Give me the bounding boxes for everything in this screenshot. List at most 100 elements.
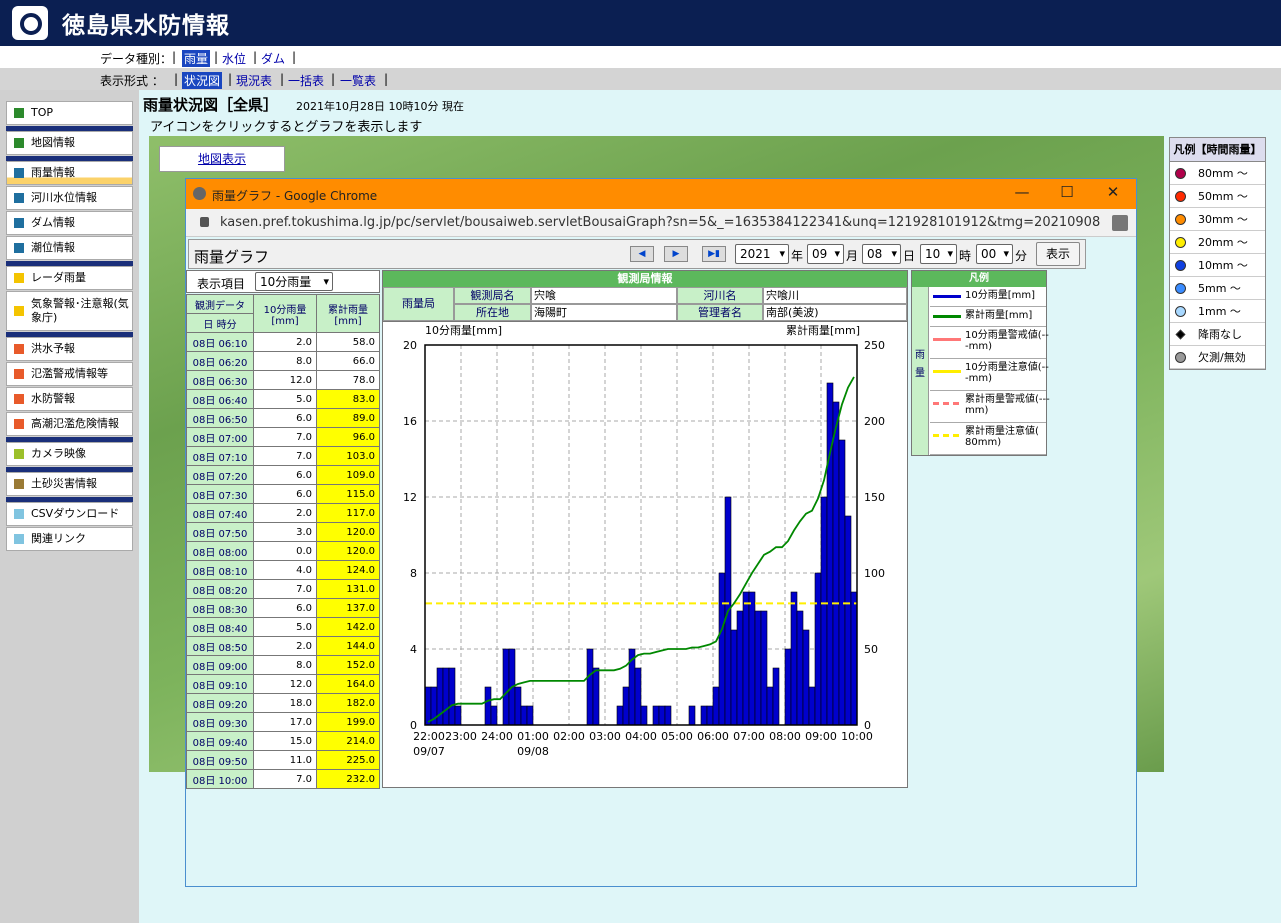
col-header-cumulative: 累計雨量 [mm] bbox=[316, 294, 380, 333]
sidebar-item-camera[interactable]: カメラ映像 bbox=[6, 442, 133, 466]
sidebar-item-label: 潮位情報 bbox=[31, 241, 75, 254]
x-date-label: 09/07 bbox=[413, 745, 445, 758]
sidebar-item-landslide[interactable]: 土砂災害情報 bbox=[6, 472, 133, 496]
x-tick-label: 10:00 bbox=[841, 730, 873, 743]
minimize-icon[interactable]: — bbox=[1002, 183, 1042, 201]
table-cell: 152.0 bbox=[316, 655, 380, 675]
sidebar-item-dam[interactable]: ダム情報 bbox=[6, 211, 133, 235]
nav-water-level[interactable]: 水位 bbox=[222, 50, 246, 67]
sidebar-item-top[interactable]: TOP bbox=[6, 101, 133, 125]
table-row: 08日 08:50 2.0 144.0 bbox=[185, 636, 380, 656]
table-cell: 7.0 bbox=[253, 769, 317, 789]
table-row: 08日 08:00 0.0 120.0 bbox=[185, 541, 380, 561]
table-cell: 7.0 bbox=[253, 579, 317, 599]
table-cell: 124.0 bbox=[316, 560, 380, 580]
legend-dot-icon bbox=[1175, 236, 1186, 248]
sidebar-item-csv[interactable]: CSVダウンロード bbox=[6, 502, 133, 526]
table-row: 08日 07:00 7.0 96.0 bbox=[185, 427, 380, 447]
maximize-icon[interactable]: ☐ bbox=[1047, 183, 1087, 201]
table-row: 08日 09:50 11.0 225.0 bbox=[185, 750, 380, 770]
nav-batch-table[interactable]: 一括表 bbox=[288, 72, 324, 89]
rain-bar bbox=[634, 667, 642, 726]
rain-bar bbox=[514, 686, 522, 726]
nav-status-map[interactable]: 状況図 bbox=[182, 72, 223, 89]
legend-dot-icon bbox=[1175, 213, 1186, 225]
site-title: 徳島県水防情報 bbox=[62, 13, 230, 39]
rain-bar bbox=[490, 705, 498, 726]
nav-dam[interactable]: ダム bbox=[261, 50, 285, 67]
graph-legend-label: 10分雨量注意値(---mm) bbox=[965, 362, 1049, 384]
rain-bar bbox=[784, 648, 792, 726]
sidebar-item-radar[interactable]: レーダ雨量 bbox=[6, 266, 133, 290]
sidebar-item-links[interactable]: 関連リンク bbox=[6, 527, 133, 551]
legend-line-icon bbox=[933, 433, 961, 437]
hour-select[interactable]: 10 bbox=[920, 244, 957, 264]
table-row: 08日 06:40 5.0 83.0 bbox=[185, 389, 380, 409]
sidebar-item-weather-warning[interactable]: 気象警報･注意報(気象庁) bbox=[6, 291, 133, 331]
rain-bar bbox=[748, 591, 756, 726]
url-text: kasen.pref.tokushima.lg.jp/pc/servlet/bo… bbox=[220, 215, 1100, 230]
rain-bar bbox=[766, 686, 774, 726]
lock-icon bbox=[200, 217, 209, 227]
sidebar-item-flood-forecast[interactable]: 洪水予報 bbox=[6, 337, 133, 361]
sidebar-item-flood-alert[interactable]: 氾濫警戒情報等 bbox=[6, 362, 133, 386]
sidebar-item-storm-surge[interactable]: 高潮氾濫危険情報 bbox=[6, 412, 133, 436]
legend-dot-icon bbox=[1175, 351, 1186, 363]
display-item-row: 表示項目 10分雨量 bbox=[186, 270, 380, 293]
legend-label: 5mm 〜 bbox=[1198, 282, 1241, 295]
minute-select[interactable]: 00 bbox=[976, 244, 1013, 264]
river-name: 宍喰川 bbox=[763, 287, 907, 304]
sidebar-item-map[interactable]: 地図情報 bbox=[6, 131, 133, 155]
sidebar-item-flood-warning[interactable]: 水防警報 bbox=[6, 387, 133, 411]
sidebar-item-label: 雨量情報 bbox=[31, 166, 75, 179]
legend-line-icon bbox=[933, 401, 961, 405]
address-bar[interactable]: kasen.pref.tokushima.lg.jp/pc/servlet/bo… bbox=[186, 209, 1136, 237]
legend-dot-icon bbox=[1175, 305, 1186, 317]
day-select[interactable]: 08 bbox=[862, 244, 901, 264]
table-row: 08日 09:10 12.0 164.0 bbox=[185, 674, 380, 694]
table-cell: 08日 09:50 bbox=[185, 750, 255, 770]
table-cell: 142.0 bbox=[316, 617, 380, 637]
table-cell: 7.0 bbox=[253, 427, 317, 447]
latest-icon[interactable]: ▶▮ bbox=[702, 246, 726, 262]
table-row: 08日 08:30 6.0 137.0 bbox=[185, 598, 380, 618]
nav-rain[interactable]: 雨量 bbox=[182, 50, 211, 67]
table-cell: 8.0 bbox=[253, 655, 317, 675]
legend-line-icon bbox=[933, 369, 961, 373]
sidebar-item-tide[interactable]: 潮位情報 bbox=[6, 236, 133, 260]
next-icon[interactable]: ▶ bbox=[664, 246, 688, 262]
legend-label: 降雨なし bbox=[1198, 328, 1242, 341]
table-cell: 131.0 bbox=[316, 579, 380, 599]
nav-list-table[interactable]: 一覧表 bbox=[340, 72, 376, 89]
sidebar-item-label: 関連リンク bbox=[31, 532, 86, 545]
rain-bar bbox=[658, 705, 666, 726]
legend-label: 80mm 〜 bbox=[1198, 167, 1248, 180]
table-cell: 120.0 bbox=[316, 522, 380, 542]
x-date-label: 09/08 bbox=[517, 745, 549, 758]
graph-legend-item: 10分雨量警戒値(---mm) bbox=[930, 327, 1049, 359]
sidebar-item-rain[interactable]: 雨量情報 bbox=[6, 161, 133, 185]
y2-tick-label: 50 bbox=[864, 643, 878, 656]
display-item-select[interactable]: 10分雨量 bbox=[255, 272, 333, 291]
graph-title: 雨量グラフ bbox=[194, 248, 270, 266]
map-display-button[interactable]: 地図表示 bbox=[159, 146, 285, 172]
table-cell: 0.0 bbox=[253, 541, 317, 561]
rain-bar bbox=[448, 667, 456, 726]
river-label: 河川名 bbox=[677, 287, 763, 304]
month-select[interactable]: 09 bbox=[807, 244, 844, 264]
table-cell: 5.0 bbox=[253, 617, 317, 637]
legend-item: 5mm 〜 bbox=[1170, 277, 1265, 300]
sidebar-item-river-level[interactable]: 河川水位情報 bbox=[6, 186, 133, 210]
table-cell: 137.0 bbox=[316, 598, 380, 618]
year-select[interactable]: 2021 bbox=[735, 244, 789, 264]
nav-current-table[interactable]: 現況表 bbox=[236, 72, 272, 89]
show-button[interactable]: 表示 bbox=[1036, 242, 1080, 266]
prev-icon[interactable]: ◀ bbox=[630, 246, 654, 262]
rain-bar bbox=[520, 705, 528, 726]
y-tick-label: 4 bbox=[410, 643, 417, 656]
table-row: 08日 07:30 6.0 115.0 bbox=[185, 484, 380, 504]
translate-icon[interactable] bbox=[1112, 215, 1128, 231]
table-cell: 66.0 bbox=[316, 351, 380, 371]
table-cell: 08日 09:30 bbox=[185, 712, 255, 732]
close-icon[interactable]: ✕ bbox=[1093, 183, 1133, 201]
